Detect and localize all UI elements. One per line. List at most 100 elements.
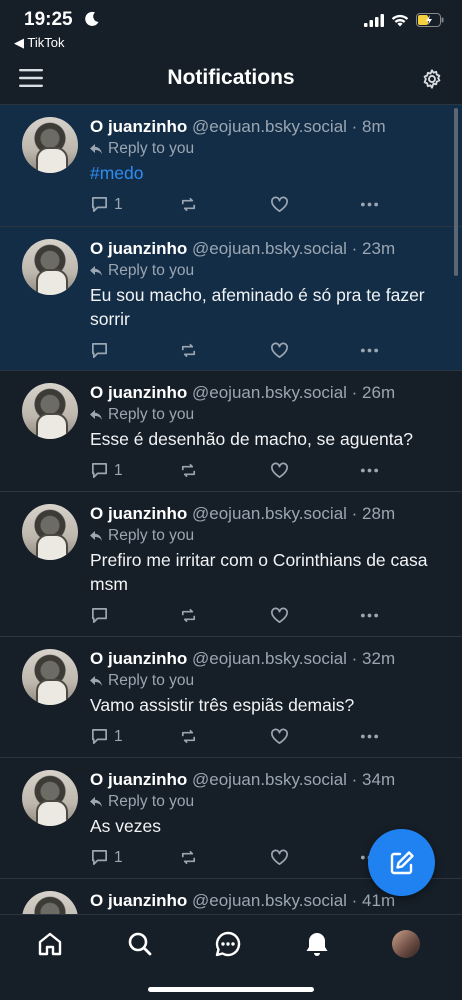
avatar[interactable] [22,239,78,295]
reply-label: Reply to you [108,527,195,544]
status-bar: 19:25 ◀ TikTok [0,0,462,56]
reply-button[interactable] [90,606,114,625]
nav-chat[interactable] [213,929,243,959]
more-dots-icon [360,734,379,739]
scrollbar[interactable] [454,108,458,276]
like-button[interactable] [270,195,289,214]
author-handle: @eojuan.bsky.social [192,770,347,789]
more-dots-icon [360,202,379,207]
nav-home[interactable] [35,929,65,959]
nav-profile[interactable] [391,929,421,959]
reply-button[interactable]: 1 [90,195,123,214]
action-bar: 1 [90,451,448,495]
action-bar: 1 [90,185,448,229]
like-button[interactable] [270,848,289,867]
reply-count: 1 [114,461,123,479]
post-time: · 26m [351,383,396,402]
author-name[interactable]: O juanzinho [90,770,187,789]
avatar[interactable] [22,383,78,439]
action-bar [90,596,448,640]
repost-button[interactable] [179,195,198,214]
notification-item[interactable]: O juanzinho @eojuan.bsky.social · 26m Re… [0,370,462,491]
repost-icon [181,463,196,478]
compose-button[interactable] [368,829,435,896]
author-name[interactable]: O juanzinho [90,891,187,910]
notifications-feed[interactable]: O juanzinho @eojuan.bsky.social · 8m Rep… [0,104,462,914]
avatar[interactable] [22,770,78,826]
reply-count: 1 [114,195,123,213]
avatar[interactable] [22,649,78,705]
notification-item[interactable]: O juanzinho @eojuan.bsky.social · 23m Re… [0,226,462,370]
comment-icon [91,462,108,479]
more-button[interactable] [360,606,379,625]
gear-icon[interactable] [421,68,443,90]
like-button[interactable] [270,341,289,360]
post-time: · 28m [351,504,396,523]
repost-button[interactable] [179,341,198,360]
repost-button[interactable] [179,606,198,625]
reply-context: Reply to you [90,138,448,159]
chat-icon [215,931,241,957]
comment-icon [91,849,108,866]
author-name[interactable]: O juanzinho [90,117,187,136]
back-to-app-link[interactable]: ◀ TikTok [14,35,64,51]
more-button[interactable] [360,195,379,214]
page-title: Notifications [167,66,295,89]
heart-icon [271,607,288,624]
reply-label: Reply to you [108,262,195,279]
avatar[interactable] [22,891,78,914]
post-text[interactable]: Esse é desenhão de macho, se aguenta? [90,427,448,451]
more-button[interactable] [360,341,379,360]
post-time: · 32m [351,649,396,668]
nav-notifications[interactable] [302,929,332,959]
reply-context: Reply to you [90,791,448,812]
home-indicator [148,987,314,992]
author-handle: @eojuan.bsky.social [192,383,347,402]
more-dots-icon [360,613,379,618]
bell-icon [306,933,328,956]
nav-search[interactable] [125,929,155,959]
heart-icon [271,728,288,745]
author-name[interactable]: O juanzinho [90,649,187,668]
post-text[interactable]: Eu sou macho, afeminado é só pra te faze… [90,283,448,331]
heart-icon [271,342,288,359]
repost-button[interactable] [179,727,198,746]
more-button[interactable] [360,461,379,480]
avatar[interactable] [22,504,78,560]
reply-label: Reply to you [108,672,195,689]
more-button[interactable] [360,727,379,746]
author-name[interactable]: O juanzinho [90,383,187,402]
like-button[interactable] [270,606,289,625]
reply-button[interactable]: 1 [90,727,123,746]
author-handle: @eojuan.bsky.social [192,239,347,258]
reply-context: Reply to you [90,525,448,546]
post-text[interactable]: #medo [90,161,448,185]
repost-button[interactable] [179,848,198,867]
notification-header: O juanzinho @eojuan.bsky.social · 34m [90,768,448,791]
post-text[interactable]: Prefiro me irritar com o Corinthians de … [90,548,448,596]
reply-label: Reply to you [108,406,195,423]
heart-icon [271,849,288,866]
repost-icon [181,608,196,623]
author-name[interactable]: O juanzinho [90,239,187,258]
like-button[interactable] [270,461,289,480]
reply-button[interactable]: 1 [90,848,123,867]
notification-item[interactable]: O juanzinho @eojuan.bsky.social · 28m Re… [0,491,462,636]
notification-item[interactable]: O juanzinho @eojuan.bsky.social · 8m Rep… [0,104,462,226]
avatar[interactable] [22,117,78,173]
more-dots-icon [360,468,379,473]
search-icon [128,932,152,956]
reply-button[interactable] [90,341,114,360]
action-bar: 1 [90,717,448,761]
post-text[interactable]: Vamo assistir três espiãs demais? [90,693,448,717]
post-time: · 8m [351,117,386,136]
repost-icon [181,850,196,865]
repost-button[interactable] [179,461,198,480]
post-time: · 23m [351,239,396,258]
like-button[interactable] [270,727,289,746]
author-name[interactable]: O juanzinho [90,504,187,523]
reply-button[interactable]: 1 [90,461,123,480]
notification-item[interactable]: O juanzinho @eojuan.bsky.social · 32m Re… [0,636,462,757]
status-indicators [364,13,444,27]
battery-icon [416,13,444,27]
